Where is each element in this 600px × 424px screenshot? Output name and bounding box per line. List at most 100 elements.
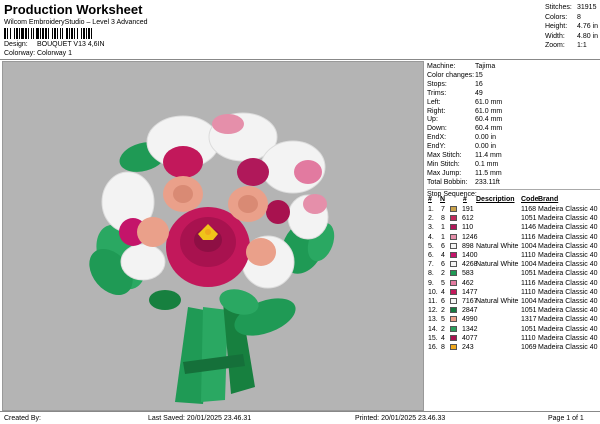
thread-number: 898 [462,242,474,250]
stat-value: 4.80 in [577,32,599,40]
worksheet-header: Production Worksheet Wilcom EmbroiderySt… [0,0,600,60]
property-label: Right: [427,107,446,115]
property-row: Min Stitch: 0.1 mm [427,161,600,169]
needle-number: 1 [441,233,445,241]
color-swatch [450,261,457,268]
property-value: 11.4 mm [475,152,502,159]
row-number: 14. [428,325,438,333]
stop-sequence-row: 9. 5 462 1116 Madeira Classic 40 [427,279,600,288]
thread-code: 1004 [521,242,537,250]
property-value: Tajima [475,63,496,70]
row-number: 4. [428,233,434,241]
thread-number: 4990 [462,316,478,324]
color-swatch [450,279,457,286]
property-value: 233.11ft [475,178,500,186]
color-swatch [450,233,457,240]
thread-code: 1051 [521,215,537,223]
thread-number: 583 [462,270,474,278]
property-value: 15 [475,71,483,79]
thread-code: 1069 [521,344,537,351]
property-value: 60.4 mm [475,116,503,124]
color-swatch [450,344,457,350]
needle-number: 2 [441,270,445,278]
thread-number: 1400 [462,252,478,259]
stop-sequence-row: 6. 4 1400 1110 Madeira Classic 40 [427,251,600,260]
property-row: Trims: 49 [427,90,600,98]
thread-code: 1051 [521,325,537,333]
stat-width: Width: 4.80 in [545,32,598,42]
property-label: EndX: [427,134,447,142]
property-row: Right: 61.0 mm [427,108,600,116]
row-number: 15. [428,334,438,342]
bouquet-embroidery-image [89,112,335,404]
stop-sequence-row: 5. 6 898 Natural White 1004 Madeira Classic 4… [427,242,600,251]
property-label: Up: [427,116,438,124]
stat-label: Zoom: [545,42,565,49]
stop-sequence-row: 8. 2 583 1051 Madeira Classic 40 [427,269,600,278]
stop-sequence-row: 7. 6 4268 Natural White 1004 Madeira Classic … [427,260,600,269]
property-label: Max Jump: [427,169,462,177]
needle-number: 6 [441,261,445,269]
color-swatch [450,288,457,295]
needle-number: 1 [441,224,445,232]
stat-label: Colors: [545,13,568,21]
property-label: EndY: [427,143,446,151]
thread-brand: Madeira Classic 40 [538,206,598,213]
property-row: EndY: 0.00 in [427,143,600,151]
property-row: Color changes: 15 [427,72,600,80]
barcode-bar [92,28,94,39]
col-code: Code [521,196,539,203]
stop-sequence-header: # N # Description Code Brand [427,196,600,205]
property-row: Stops: 16 [427,81,600,89]
stat-label: Height: [545,23,568,30]
needle-number: 2 [441,325,445,333]
barcode [4,28,164,39]
property-value: 49 [475,89,483,97]
needle-number: 8 [441,344,445,351]
property-label: Color changes: [427,71,475,79]
thread-number: 110 [462,224,474,232]
design-label: Design: [4,41,28,48]
color-swatch [450,325,457,332]
stat-value: 8 [577,13,581,21]
needle-number: 7 [441,206,445,213]
thread-code: 1051 [521,307,537,315]
needle-number: 4 [441,252,445,259]
stop-sequence-row: 13. 5 4990 1317 Madeira Classic 40 [427,315,600,324]
colorway-row: Colorway: Colorway 1 [4,50,72,57]
property-value: 0.00 in [475,143,497,151]
stat-label: Width: [545,32,565,40]
stop-sequence-row: 14. 2 1342 1051 Madeira Classic 40 [427,325,600,334]
thread-code: 1146 [521,224,537,232]
stat-value: 4.76 in [577,23,599,30]
thread-description: Natural White [476,242,519,250]
row-number: 9. [428,279,434,287]
stat-label: Stitches: [545,4,572,11]
thread-brand: Madeira Classic 40 [538,270,598,278]
thread-brand: Madeira Classic 40 [538,252,598,259]
row-number: 3. [428,224,434,232]
created-by: Created By: [4,415,41,422]
thread-brand: Madeira Classic 40 [538,307,598,315]
thread-number: 4077 [462,334,478,342]
thread-code: 1004 [521,261,537,269]
col-num: # [428,196,432,203]
stat-value: 31915 [577,4,597,11]
stop-sequence-row: 4. 1 1246 1116 Madeira Classic 40 [427,233,600,242]
properties-panel: Machine: Tajima Color changes: 15 Stops: 16 Tr… [427,61,600,411]
property-label: Down: [427,125,447,133]
property-row: Machine: Tajima [427,63,600,71]
software-subtitle: Wilcom EmbroideryStudio – Level 3 Advanc… [4,19,148,26]
property-value: 0.1 mm [475,160,499,168]
color-swatch [450,224,457,231]
stat-colors: Colors: 8 [545,13,598,23]
thread-code: 1116 [521,233,536,241]
design-row: Design: BOUQUET V13 4,6IN [4,41,105,48]
needle-number: 2 [441,307,445,315]
thread-brand: Madeira Classic 40 [538,261,598,269]
row-number: 1. [428,206,434,213]
color-swatch [450,334,457,341]
thread-code: 1110 [521,252,536,259]
property-value: 61.0 mm [475,98,503,106]
design-preview-canvas[interactable] [2,61,424,411]
